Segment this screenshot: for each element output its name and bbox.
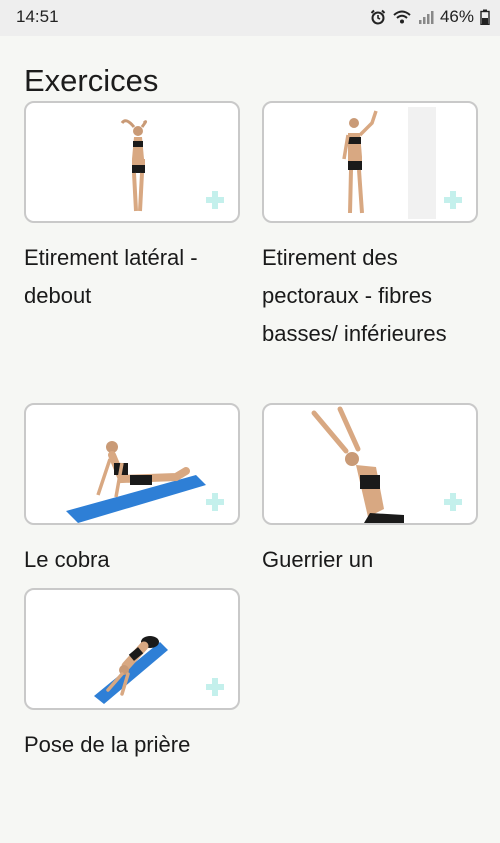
- page-title: Exercices: [24, 62, 159, 98]
- signal-icon: [418, 9, 434, 25]
- add-exercise-icon[interactable]: [206, 191, 224, 209]
- exercise-label[interactable]: Pose de la prière: [24, 726, 254, 764]
- exercise-card-pectoral-stretch[interactable]: Etirement des pectoraux - fibres basses/…: [262, 101, 500, 353]
- exercise-card-warrior-one[interactable]: Guerrier un: [262, 403, 500, 579]
- status-icons: 46%: [370, 6, 490, 28]
- exercise-thumbnail[interactable]: [24, 101, 240, 223]
- battery-icon: [480, 9, 490, 25]
- add-exercise-icon[interactable]: [444, 493, 462, 511]
- exercise-card-prayer-pose[interactable]: Pose de la prière: [24, 588, 262, 764]
- status-time: 14:51: [16, 7, 59, 26]
- add-exercise-icon[interactable]: [444, 191, 462, 209]
- battery-percent: 46%: [439, 7, 474, 26]
- add-exercise-icon[interactable]: [206, 678, 224, 696]
- exercise-card-lateral-stretch[interactable]: Etirement latéral - debout: [24, 101, 262, 315]
- alarm-icon: [370, 9, 386, 25]
- exercise-thumbnail[interactable]: [262, 101, 478, 223]
- wifi-icon: [392, 9, 412, 25]
- exercise-label[interactable]: Etirement des pectoraux - fibres basses/…: [262, 239, 492, 353]
- exercise-label[interactable]: Le cobra: [24, 541, 254, 579]
- exercise-label[interactable]: Etirement latéral - debout: [24, 239, 254, 315]
- exercise-card-cobra[interactable]: Le cobra: [24, 403, 262, 579]
- exercise-label[interactable]: Guerrier un: [262, 541, 492, 579]
- exercise-thumbnail[interactable]: [24, 588, 240, 710]
- exercise-thumbnail[interactable]: [24, 403, 240, 525]
- add-exercise-icon[interactable]: [206, 493, 224, 511]
- exercise-thumbnail[interactable]: [262, 403, 478, 525]
- status-bar: 14:51 46%: [0, 0, 500, 36]
